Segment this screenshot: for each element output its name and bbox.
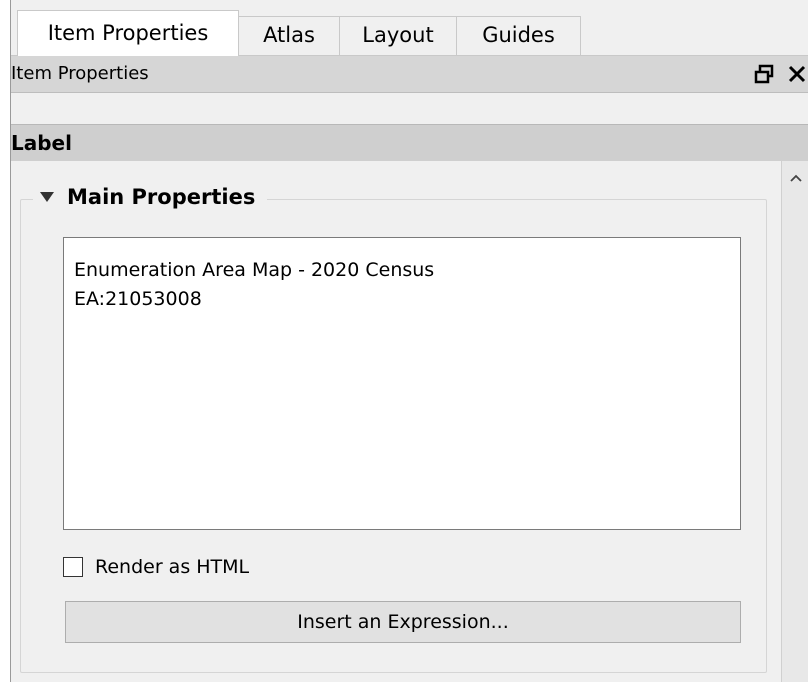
dock-title-bar: Item Properties — [11, 56, 808, 93]
tab-layout[interactable]: Layout — [339, 16, 457, 55]
main-properties-header[interactable]: Main Properties — [33, 182, 268, 212]
triangle-down-icon — [40, 192, 54, 202]
tab-guides[interactable]: Guides — [456, 16, 581, 55]
vertical-scrollbar[interactable] — [781, 161, 808, 682]
tab-bar: Item Properties Atlas Layout Guides — [11, 0, 808, 56]
properties-scroll-area: Main Properties Enumeration Area Map - 2… — [11, 161, 781, 682]
tab-item-properties[interactable]: Item Properties — [17, 10, 239, 56]
render-as-html-checkbox-row[interactable]: Render as HTML — [63, 554, 249, 580]
tab-atlas[interactable]: Atlas — [238, 16, 340, 55]
section-header-label: Label — [11, 124, 808, 162]
close-dock-button[interactable] — [787, 61, 808, 87]
dock-title: Item Properties — [11, 63, 149, 84]
insert-expression-button[interactable]: Insert an Expression... — [65, 601, 741, 643]
label-text-field[interactable]: Enumeration Area Map - 2020 Census EA:21… — [63, 237, 741, 530]
main-properties-title: Main Properties — [67, 185, 256, 209]
item-properties-panel: Item Properties Atlas Layout Guides Item… — [10, 0, 808, 682]
render-as-html-label: Render as HTML — [95, 556, 250, 578]
section-title: Label — [11, 131, 72, 155]
close-icon — [788, 65, 806, 83]
scroll-up-button[interactable] — [782, 161, 808, 195]
render-as-html-checkbox[interactable] — [63, 557, 83, 577]
float-dock-button[interactable] — [751, 61, 777, 87]
chevron-up-icon — [790, 174, 802, 182]
restore-window-icon — [754, 64, 774, 84]
